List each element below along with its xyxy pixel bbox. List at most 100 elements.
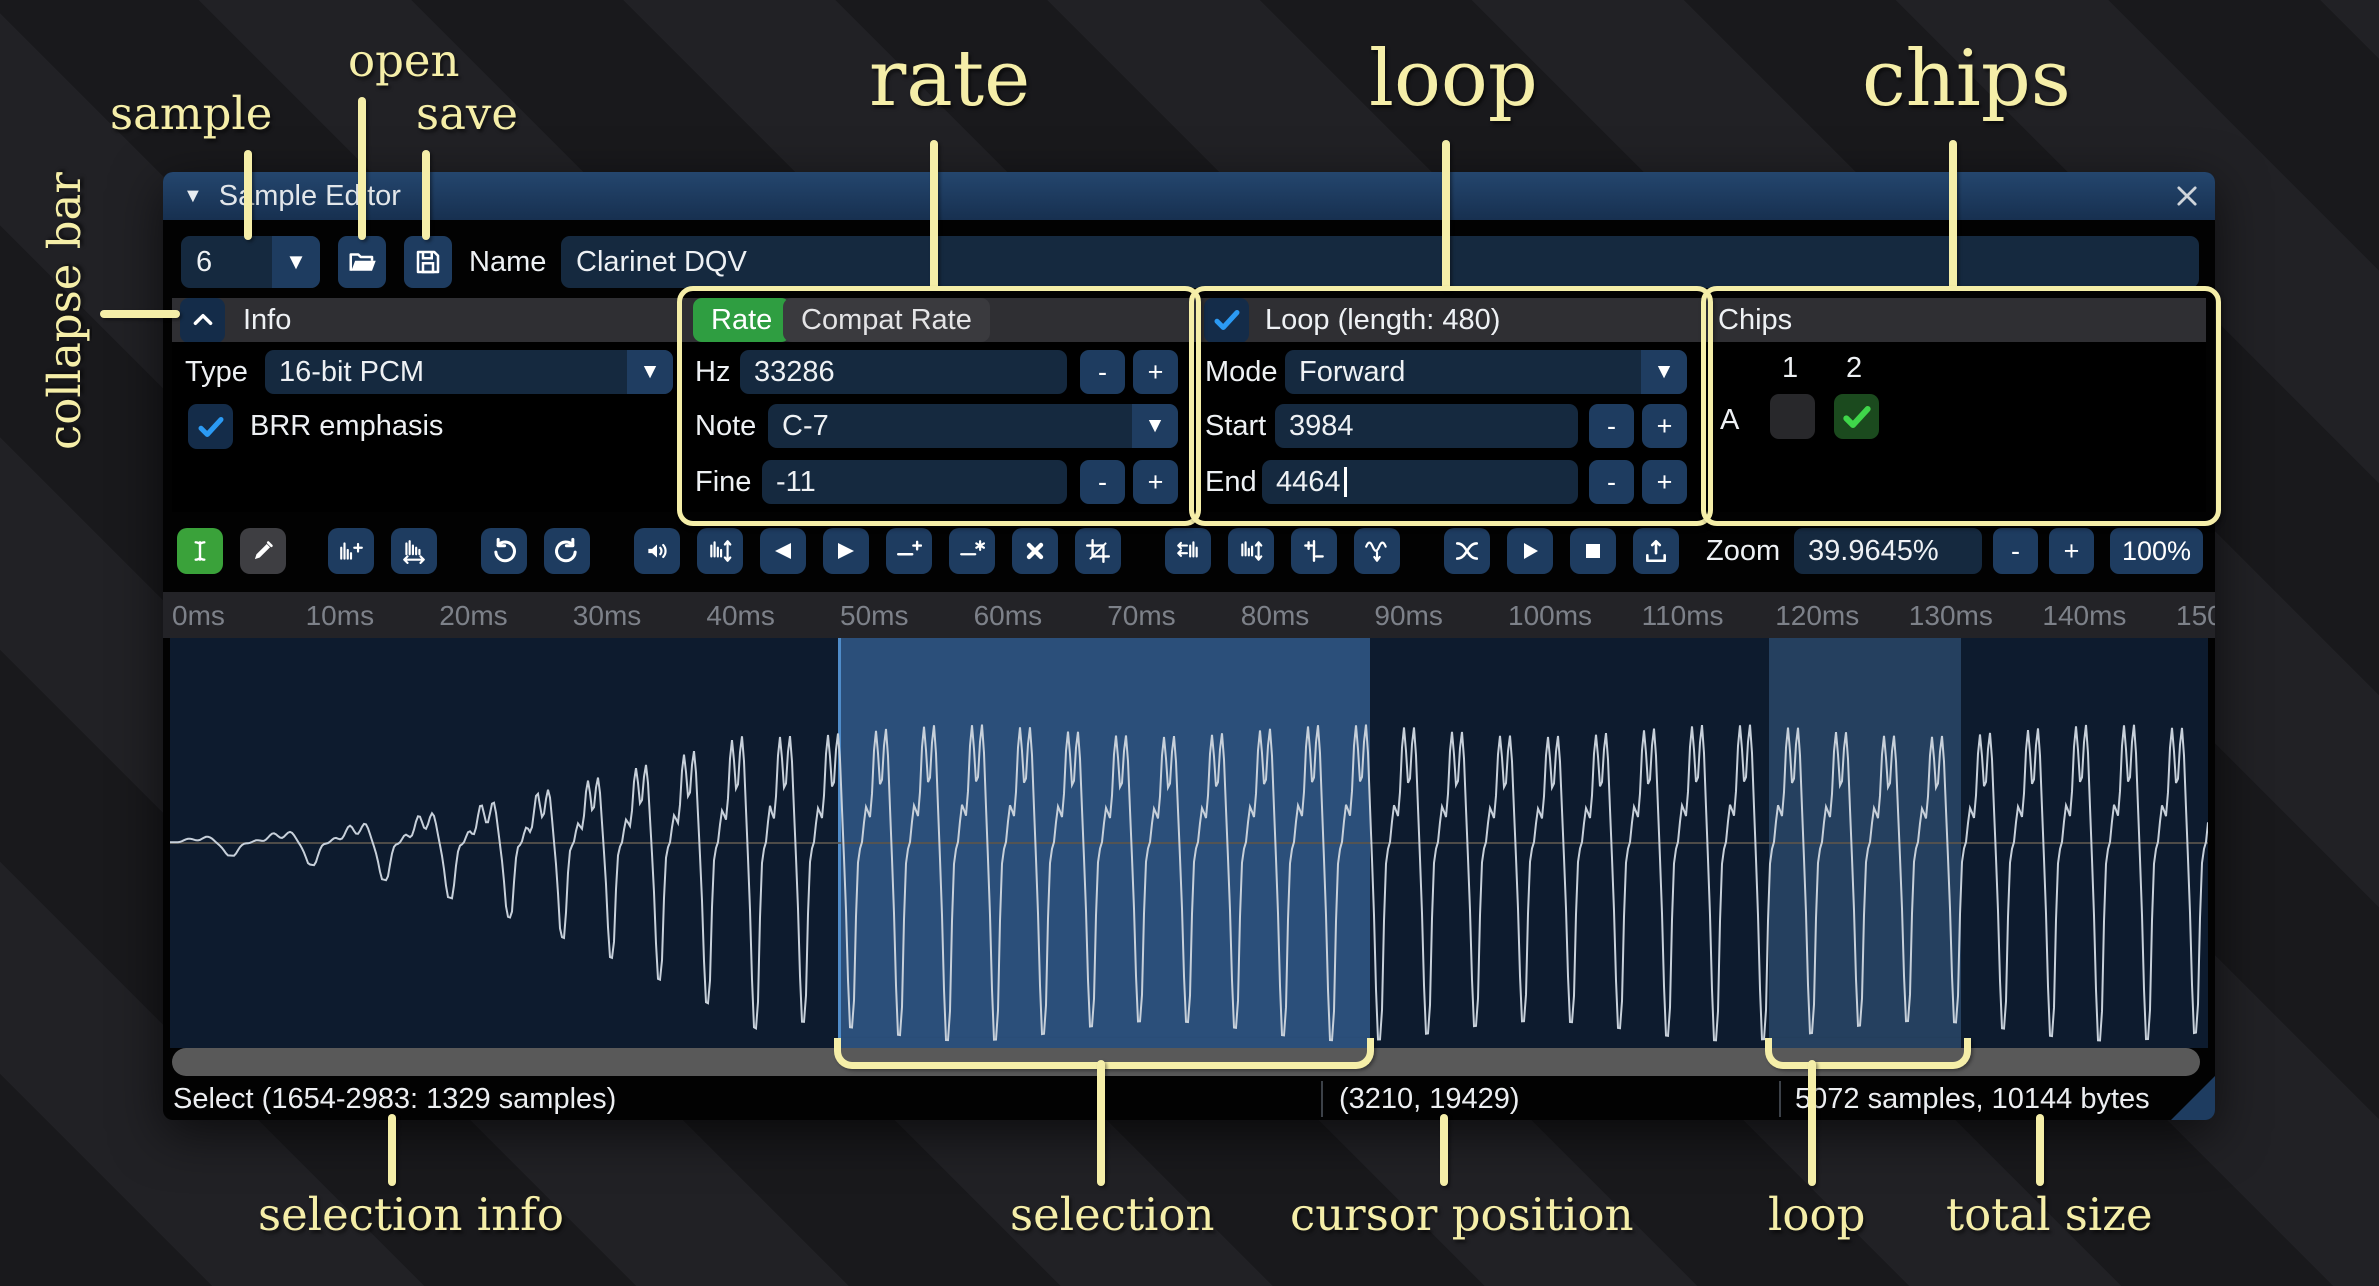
pencil-icon	[250, 538, 276, 564]
resize-button[interactable]	[328, 528, 374, 574]
type-select-value: 16-bit PCM	[265, 356, 627, 389]
check-icon	[1212, 305, 1242, 335]
hz-plus-button[interactable]: +	[1133, 350, 1178, 394]
close-icon[interactable]	[2173, 182, 2201, 210]
insert-silence-button[interactable]	[886, 528, 932, 574]
save-button[interactable]	[404, 236, 452, 288]
rate-tab[interactable]: Rate	[693, 298, 790, 342]
titlebar[interactable]: ▼ Sample Editor	[163, 172, 2215, 220]
apply-silence-button[interactable]	[949, 528, 995, 574]
type-select[interactable]: 16-bit PCM ▼	[265, 350, 673, 394]
redo-button[interactable]	[544, 528, 590, 574]
annotation-open: open	[348, 38, 460, 83]
annotation-line-selection-info	[388, 1114, 396, 1186]
hz-minus-button[interactable]: -	[1080, 350, 1125, 394]
mode-select[interactable]: Forward ▼	[1285, 350, 1687, 394]
zoom-out-button[interactable]: -	[1993, 528, 2038, 574]
resample-button[interactable]	[391, 528, 437, 574]
line-plus-icon	[896, 538, 922, 564]
sample-select[interactable]: 6 ▼	[181, 236, 320, 288]
loop-start-input[interactable]: 3984	[1275, 404, 1578, 448]
end-minus-button[interactable]: -	[1589, 460, 1634, 504]
stop-button[interactable]	[1570, 528, 1616, 574]
wave-flip-icon	[1238, 538, 1264, 564]
time-ruler[interactable]: 0ms10ms20ms30ms40ms50ms60ms70ms80ms90ms1…	[163, 592, 2215, 638]
sample-toolbar: Zoom 39.9645% - + 100%	[177, 528, 2203, 576]
chevron-down-icon[interactable]: ▼	[272, 236, 320, 288]
reverse-button[interactable]	[1165, 528, 1211, 574]
chevron-down-icon[interactable]: ▼	[1641, 350, 1687, 394]
annotation-line-loop	[1442, 140, 1450, 290]
triangle-left-icon	[771, 539, 795, 563]
end-plus-button[interactable]: +	[1642, 460, 1687, 504]
fine-input[interactable]: -11	[762, 460, 1067, 504]
annotation-bracket-loop	[1765, 1038, 1971, 1069]
collapse-triangle-icon[interactable]: ▼	[183, 185, 203, 208]
zoom-in-button[interactable]: +	[2049, 528, 2094, 574]
delete-button[interactable]	[1012, 528, 1058, 574]
ruler-label: 70ms	[1107, 600, 1175, 632]
invert-button[interactable]	[1228, 528, 1274, 574]
total-size-text: 5072 samples, 10144 bytes	[1795, 1078, 2150, 1120]
trim-button[interactable]	[1075, 528, 1121, 574]
chevron-down-icon[interactable]: ▼	[1132, 404, 1178, 448]
chip-2-checkbox[interactable]	[1834, 394, 1879, 439]
create-wavetable-button[interactable]	[1633, 528, 1679, 574]
ruler-label: 150ms	[2176, 600, 2215, 632]
ruler-label: 50ms	[840, 600, 908, 632]
crop-icon	[1085, 538, 1111, 564]
loop-end-label: End	[1205, 460, 1257, 504]
ruler-label: 100ms	[1508, 600, 1592, 632]
signed-unsigned-button[interactable]	[1291, 528, 1337, 574]
ruler-label: 140ms	[2042, 600, 2126, 632]
annotation-line-chips	[1949, 140, 1957, 290]
folder-open-icon	[347, 247, 377, 277]
filter-button[interactable]	[1354, 528, 1400, 574]
fine-plus-button[interactable]: +	[1133, 460, 1178, 504]
chips-panel: Chips 1 2 A	[1708, 298, 2206, 512]
annotation-line-sample	[244, 150, 252, 240]
brr-emphasis-checkbox[interactable]	[188, 404, 233, 449]
ruler-label: 110ms	[1642, 600, 1724, 632]
draw-mode-button[interactable]	[240, 528, 286, 574]
waveform-centerline	[170, 842, 2208, 844]
preview-button[interactable]	[1507, 528, 1553, 574]
ruler-label: 80ms	[1241, 600, 1309, 632]
amplify-button[interactable]	[634, 528, 680, 574]
fine-minus-button[interactable]: -	[1080, 460, 1125, 504]
note-label: Note	[695, 404, 756, 448]
chip-1-checkbox[interactable]	[1770, 394, 1815, 439]
waveform-display[interactable]	[170, 638, 2208, 1048]
annotation-line-rate	[930, 140, 938, 290]
annotation-selection: selection	[1010, 1192, 1215, 1237]
fade-in-button[interactable]	[760, 528, 806, 574]
upload-icon	[1643, 538, 1669, 564]
info-collapse-button[interactable]	[180, 298, 225, 343]
compat-rate-tab[interactable]: Compat Rate	[783, 298, 990, 342]
ibeam-cursor-icon	[187, 538, 213, 564]
note-select[interactable]: C-7 ▼	[768, 404, 1178, 448]
normalize-button[interactable]	[697, 528, 743, 574]
undo-button[interactable]	[481, 528, 527, 574]
undo-icon	[490, 537, 518, 565]
resize-grip[interactable]	[2171, 1076, 2215, 1120]
hz-input[interactable]: 33286	[740, 350, 1067, 394]
info-title: Info	[243, 304, 291, 337]
plus-minus-icon	[1301, 538, 1327, 564]
start-minus-button[interactable]: -	[1589, 404, 1634, 448]
chevron-down-icon[interactable]: ▼	[627, 350, 673, 394]
loop-checkbox[interactable]	[1204, 298, 1249, 343]
zoom-input[interactable]: 39.9645%	[1794, 528, 1982, 574]
open-button[interactable]	[338, 236, 386, 288]
chip-col-1: 1	[1782, 352, 1798, 385]
start-plus-button[interactable]: +	[1642, 404, 1687, 448]
zoom-reset-button[interactable]: 100%	[2110, 528, 2203, 574]
fade-out-button[interactable]	[823, 528, 869, 574]
ruler-label: 40ms	[706, 600, 774, 632]
sample-select-value: 6	[181, 246, 272, 279]
mode-label: Mode	[1205, 350, 1278, 394]
select-mode-button[interactable]	[177, 528, 223, 574]
text-caret	[1344, 467, 1347, 497]
crossfade-loop-button[interactable]	[1444, 528, 1490, 574]
loop-end-input[interactable]: 4464	[1262, 460, 1578, 504]
